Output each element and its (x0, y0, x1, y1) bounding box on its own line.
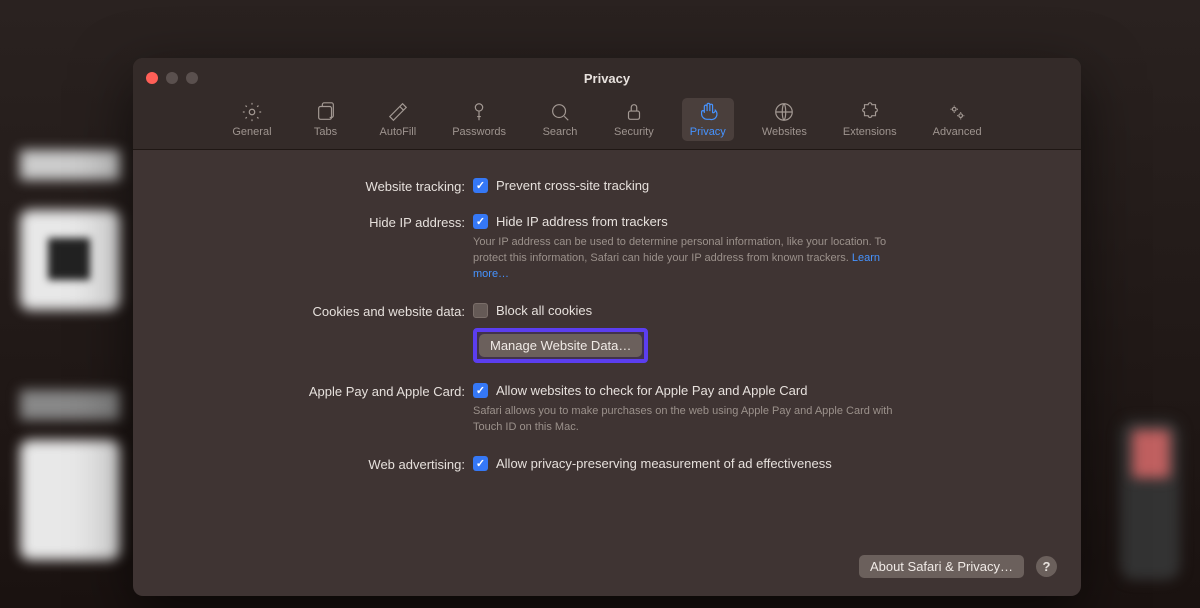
highlight-annotation: Manage Website Data… (473, 328, 648, 363)
desktop-blur-item (20, 150, 120, 180)
lock-icon (623, 101, 645, 123)
row-label: Cookies and website data: (183, 303, 473, 319)
pencil-icon (387, 101, 409, 123)
tab-extensions[interactable]: Extensions (835, 98, 905, 141)
gear-icon (241, 101, 263, 123)
desktop-blur-item (48, 238, 90, 280)
tab-websites[interactable]: Websites (754, 98, 815, 141)
puzzle-icon (859, 101, 881, 123)
checkbox-label: Allow websites to check for Apple Pay an… (496, 383, 807, 398)
tab-tabs[interactable]: Tabs (300, 98, 352, 141)
tab-label: AutoFill (380, 126, 417, 138)
web-advertising-checkbox[interactable] (473, 456, 488, 471)
checkbox-label: Hide IP address from trackers (496, 214, 668, 229)
hide-ip-checkbox[interactable] (473, 214, 488, 229)
row-hide-ip: Hide IP address: Hide IP address from tr… (183, 214, 1031, 283)
globe-icon (773, 101, 795, 123)
gears-icon (946, 101, 968, 123)
preferences-toolbar: General Tabs AutoFill Passwords Search S (133, 94, 1081, 145)
tab-label: Extensions (843, 126, 897, 138)
titlebar: Privacy General Tabs AutoFill Passwords … (133, 58, 1081, 150)
tab-label: Advanced (933, 126, 982, 138)
row-label: Website tracking: (183, 178, 473, 194)
tab-general[interactable]: General (224, 98, 279, 141)
desktop-blur-item (20, 440, 120, 560)
tab-security[interactable]: Security (606, 98, 662, 141)
desktop-blur-item (20, 390, 120, 420)
row-cookies: Cookies and website data: Block all cook… (183, 303, 1031, 363)
tab-search[interactable]: Search (534, 98, 586, 141)
apple-pay-description: Safari allows you to make purchases on t… (473, 404, 913, 436)
tab-advanced[interactable]: Advanced (925, 98, 990, 141)
search-icon (549, 101, 571, 123)
hand-icon (697, 101, 719, 123)
desktop-blur-item (1132, 430, 1170, 478)
key-icon (468, 101, 490, 123)
tab-label: Security (614, 126, 654, 138)
tab-label: General (232, 126, 271, 138)
tab-label: Tabs (314, 126, 337, 138)
row-apple-pay: Apple Pay and Apple Card: Allow websites… (183, 383, 1031, 436)
apple-pay-checkbox[interactable] (473, 383, 488, 398)
bottom-bar: About Safari & Privacy… ? (859, 555, 1057, 578)
checkbox-label: Prevent cross-site tracking (496, 178, 649, 193)
about-safari-privacy-button[interactable]: About Safari & Privacy… (859, 555, 1024, 578)
tabs-icon (315, 101, 337, 123)
tab-passwords[interactable]: Passwords (444, 98, 514, 141)
prevent-cross-site-tracking-checkbox[interactable] (473, 178, 488, 193)
preferences-window: Privacy General Tabs AutoFill Passwords … (133, 58, 1081, 596)
help-button[interactable]: ? (1036, 556, 1057, 577)
tab-privacy[interactable]: Privacy (682, 98, 734, 141)
window-title: Privacy (133, 71, 1081, 86)
row-label: Apple Pay and Apple Card: (183, 383, 473, 399)
tab-label: Privacy (690, 126, 726, 138)
row-label: Web advertising: (183, 456, 473, 472)
hide-ip-description: Your IP address can be used to determine… (473, 235, 913, 283)
checkbox-label: Allow privacy-preserving measurement of … (496, 456, 832, 471)
content-area: Website tracking: Prevent cross-site tra… (133, 150, 1081, 472)
checkbox-label: Block all cookies (496, 303, 592, 318)
block-all-cookies-checkbox[interactable] (473, 303, 488, 318)
manage-website-data-button[interactable]: Manage Website Data… (479, 334, 642, 357)
row-website-tracking: Website tracking: Prevent cross-site tra… (183, 178, 1031, 194)
row-web-advertising: Web advertising: Allow privacy-preservin… (183, 456, 1031, 472)
tab-autofill[interactable]: AutoFill (372, 98, 425, 141)
tab-label: Passwords (452, 126, 506, 138)
tab-label: Websites (762, 126, 807, 138)
tab-label: Search (543, 126, 578, 138)
row-label: Hide IP address: (183, 214, 473, 230)
